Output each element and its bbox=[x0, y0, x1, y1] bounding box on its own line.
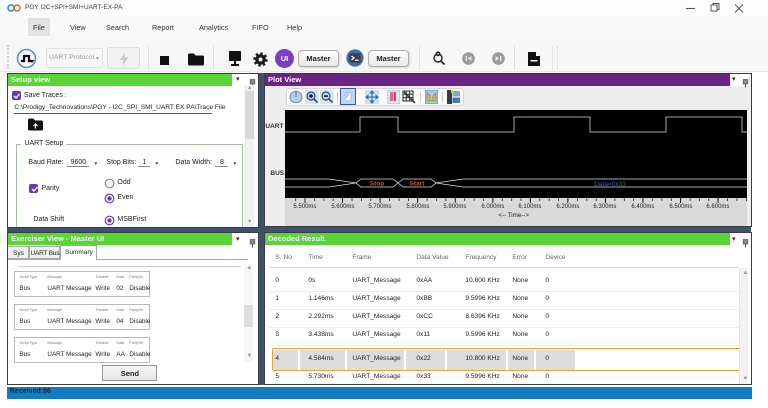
svg-text:Data=0x33: Data=0x33 bbox=[595, 181, 627, 188]
svg-text:Stop: Stop bbox=[370, 181, 384, 188]
svg-text:Start: Start bbox=[410, 181, 426, 188]
